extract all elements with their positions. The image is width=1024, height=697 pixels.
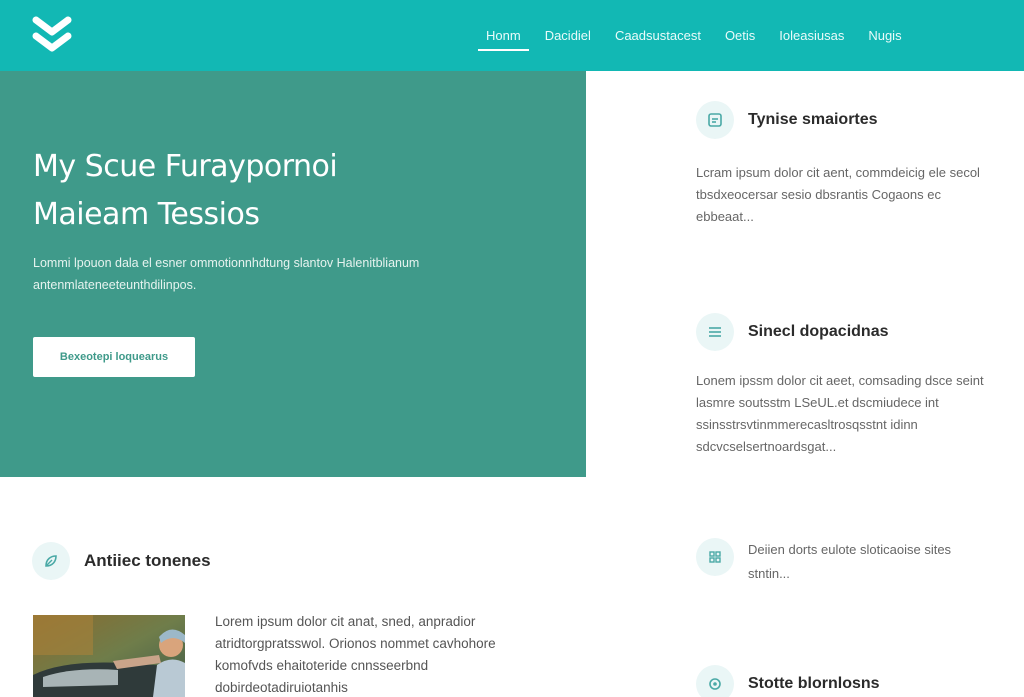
articles-title: Antiiec tonenes: [84, 551, 211, 570]
feature-item-2: Sinecl dopacidnas Lonem ipssm dolor cit …: [696, 313, 996, 458]
feature-title: Sinecl dopacidnas: [748, 323, 889, 340]
hero-title-line1: My Scue Furaypornoi: [33, 149, 338, 184]
nav-item-home[interactable]: Honm: [474, 0, 533, 71]
badge-icon: [696, 101, 734, 139]
stack-icon: [696, 313, 734, 351]
nav-item-6[interactable]: Nugis: [856, 0, 913, 71]
main-nav: Honm Dacidiel Caadsustacest Oetis Ioleas…: [474, 0, 914, 71]
hero-title-line2: Maieam Tessios: [33, 197, 260, 232]
nav-item-2[interactable]: Dacidiel: [533, 0, 603, 71]
hero-section: My Scue Furaypornoi Maieam Tessios Lommi…: [0, 71, 586, 477]
feature-text: Lonem ipssm dolor cit aeet, comsading ds…: [696, 373, 984, 454]
logo-double-chevron-icon[interactable]: [30, 16, 74, 56]
feature-title: Tynise smaiortes: [748, 111, 878, 128]
feature-item-3: Deiien dorts eulote sloticaoise sites st…: [696, 538, 996, 581]
feature-text: Deiien dorts eulote sloticaoise sites st…: [748, 542, 952, 581]
grid-icon: [696, 538, 734, 576]
article-photo[interactable]: [33, 615, 185, 697]
article-text: Lorem ipsum dolor cit anat, sned, anprad…: [215, 614, 496, 695]
feature-title: Stotte blornlosns: [748, 675, 880, 692]
nav-item-4[interactable]: Oetis: [713, 0, 767, 71]
leaf-icon: [32, 542, 70, 580]
hero-title: My Scue Furaypornoi Maieam Tessios: [33, 143, 553, 239]
feature-item-4: Stotte blornlosns: [696, 665, 996, 697]
feature-item-1: Tynise smaiortes Lcram ipsum dolor cit a…: [696, 101, 996, 228]
articles-header: Antiiec tonenes: [32, 542, 211, 580]
gear-icon: [696, 665, 734, 697]
hero-description: Lommi lpouon dala el esner ommotionnhdtu…: [33, 256, 420, 292]
nav-item-3[interactable]: Caadsustacest: [603, 0, 713, 71]
hero-cta-button[interactable]: Bexeotepi loquearus: [33, 337, 195, 377]
feature-text: Lcram ipsum dolor cit aent, commdeicig e…: [696, 165, 980, 224]
site-header: Honm Dacidiel Caadsustacest Oetis Ioleas…: [0, 0, 1024, 71]
nav-item-5[interactable]: Ioleasiusas: [767, 0, 856, 71]
